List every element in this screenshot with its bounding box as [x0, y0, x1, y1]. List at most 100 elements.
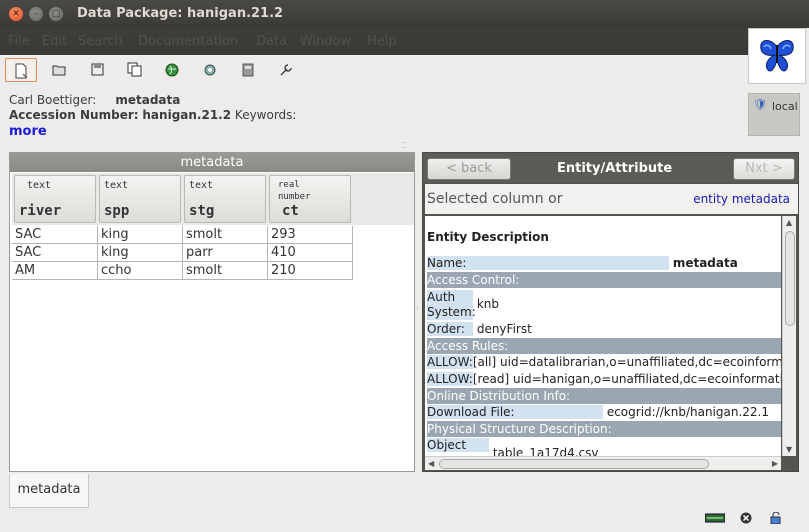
- column-header-ct[interactable]: real number ct: [269, 175, 351, 223]
- name-label: Name:: [427, 256, 669, 270]
- maximize-window-button[interactable]: □: [49, 7, 63, 21]
- entity-panel-header: < back Entity/Attribute Nxt >: [423, 153, 798, 183]
- table-cell[interactable]: king: [98, 244, 183, 262]
- vertical-scroll-thumb[interactable]: [785, 231, 795, 326]
- globe-icon[interactable]: [156, 58, 188, 82]
- entity-attribute-panel: < back Entity/Attribute Nxt > Selected c…: [422, 152, 799, 472]
- table-cell[interactable]: king: [98, 226, 183, 244]
- scroll-right-icon[interactable]: ▶: [772, 459, 778, 468]
- order-value: denyFirst: [476, 322, 532, 336]
- gear-icon[interactable]: [194, 58, 226, 82]
- object-row: Object table_1a17d4.csv: [427, 438, 781, 456]
- allow-row: ALLOW:[read] uid=hanigan,o=unaffiliated,…: [427, 372, 781, 387]
- object-label: Object: [427, 438, 489, 452]
- entity-panel-title: Entity/Attribute: [557, 161, 673, 176]
- column-header-stg[interactable]: text stg: [184, 175, 266, 223]
- menu-file[interactable]: File: [8, 34, 30, 49]
- table-cell[interactable]: AM: [12, 262, 98, 280]
- download-label: Download File:: [427, 405, 603, 419]
- app-logo: [748, 28, 806, 84]
- menu-window[interactable]: Window: [300, 34, 351, 49]
- table-cell[interactable]: SAC: [12, 244, 98, 262]
- allow-label: ALLOW:: [427, 372, 473, 386]
- minimize-window-button[interactable]: –: [29, 7, 43, 21]
- tab-metadata[interactable]: metadata: [9, 474, 89, 508]
- column-header-spp[interactable]: text spp: [99, 175, 181, 223]
- menu-bar: File Edit Search Documentation Data Wind…: [0, 28, 748, 55]
- table-cell[interactable]: 210: [268, 262, 353, 280]
- location-icon: 🛡: [753, 98, 767, 111]
- name-value: metadata: [672, 256, 738, 270]
- allow-row: ALLOW:[all] uid=datalibrarian,o=unaffili…: [427, 355, 781, 370]
- allow-value: [read] uid=hanigan,o=unaffiliated,dc=eco…: [472, 372, 781, 386]
- disconnect-icon[interactable]: [740, 512, 752, 527]
- creator-label: Carl Boettiger:: [9, 93, 97, 107]
- menu-search[interactable]: Search: [78, 34, 123, 49]
- accession-value: hanigan.21.2: [142, 108, 232, 122]
- horizontal-scroll-thumb[interactable]: [439, 459, 709, 469]
- selected-column-row: Selected column or entity metadata: [425, 184, 798, 214]
- open-folder-icon[interactable]: [43, 58, 75, 82]
- new-document-icon[interactable]: [5, 58, 37, 82]
- access-rules-section: Access Rules:: [427, 338, 781, 354]
- horizontal-scrollbar[interactable]: ◀ ▶: [425, 456, 781, 470]
- table-column-headers: text river text spp text stg real number…: [12, 173, 414, 225]
- more-link[interactable]: more: [9, 124, 47, 139]
- entity-metadata-link[interactable]: entity metadata: [693, 192, 790, 206]
- data-table-panel: metadata text river text spp text stg re…: [9, 152, 415, 472]
- scroll-down-icon[interactable]: ▼: [786, 445, 792, 454]
- entity-description-title: Entity Description: [427, 230, 549, 244]
- splitter-handle[interactable]: ⁚⁚: [402, 141, 407, 150]
- table-cell[interactable]: 410: [268, 244, 353, 262]
- column-header-river[interactable]: text river: [14, 175, 96, 223]
- tools-icon[interactable]: [270, 58, 302, 82]
- table-cell[interactable]: SAC: [12, 226, 98, 244]
- download-row: Download File: ecogrid://knb/hanigan.22.…: [427, 405, 781, 420]
- table-cell[interactable]: ccho: [98, 262, 183, 280]
- physical-structure-section: Physical Structure Description:: [427, 421, 781, 437]
- auth-row: Auth System: knb: [427, 290, 781, 322]
- close-window-button[interactable]: ✕: [9, 7, 23, 21]
- order-label: Order:: [427, 322, 473, 336]
- menu-data[interactable]: Data: [256, 34, 287, 49]
- allow-label: ALLOW:: [427, 355, 473, 369]
- creator-value: metadata: [115, 93, 181, 107]
- table-cell[interactable]: 293: [268, 226, 353, 244]
- back-button[interactable]: < back: [427, 158, 511, 180]
- menu-help[interactable]: Help: [367, 34, 397, 49]
- download-value: ecogrid://knb/hanigan.22.1: [606, 405, 770, 419]
- copy-icon[interactable]: [118, 58, 150, 82]
- auth-value: knb: [476, 297, 499, 311]
- table-header-title: metadata: [10, 153, 414, 172]
- table-cell[interactable]: smolt: [183, 262, 268, 280]
- location-label: local: [772, 100, 798, 113]
- network-status-icon[interactable]: [704, 512, 726, 526]
- access-control-section: Access Control:: [427, 272, 781, 288]
- lock-icon[interactable]: [770, 511, 782, 527]
- scroll-up-icon[interactable]: ▲: [786, 218, 792, 227]
- menu-documentation[interactable]: Documentation: [138, 34, 238, 49]
- allow-value: [all] uid=datalibrarian,o=unaffiliated,d…: [472, 355, 781, 369]
- menu-edit[interactable]: Edit: [42, 34, 67, 49]
- accession-label: Accession Number:: [9, 108, 139, 122]
- name-row: Name: metadata: [427, 256, 781, 271]
- vertical-scrollbar[interactable]: ▲ ▼: [782, 216, 796, 456]
- object-value: table_1a17d4.csv: [492, 446, 599, 456]
- location-box: 🛡 local: [748, 93, 800, 136]
- order-row: Order: denyFirst: [427, 322, 781, 337]
- scroll-left-icon[interactable]: ◀: [428, 459, 434, 468]
- package-info: Carl Boettiger: metadata Accession Numbe…: [9, 93, 296, 139]
- next-button[interactable]: Nxt >: [733, 158, 795, 180]
- online-distribution-section: Online Distribution Info:: [427, 388, 781, 404]
- bottom-tab-bar: metadata: [0, 472, 809, 508]
- table-cell[interactable]: smolt: [183, 226, 268, 244]
- auth-label: Auth System:: [427, 290, 476, 320]
- database-icon[interactable]: [232, 58, 264, 82]
- selected-column-label: Selected column or: [427, 191, 563, 207]
- table-cell[interactable]: parr: [183, 244, 268, 262]
- entity-description-area: Entity Description Name: metadata Access…: [425, 216, 781, 456]
- title-bar: ✕ – □ Data Package: hanigan.21.2: [0, 0, 809, 28]
- keywords-label: Keywords:: [234, 108, 297, 122]
- save-icon[interactable]: [81, 58, 113, 82]
- butterfly-icon: [760, 40, 794, 72]
